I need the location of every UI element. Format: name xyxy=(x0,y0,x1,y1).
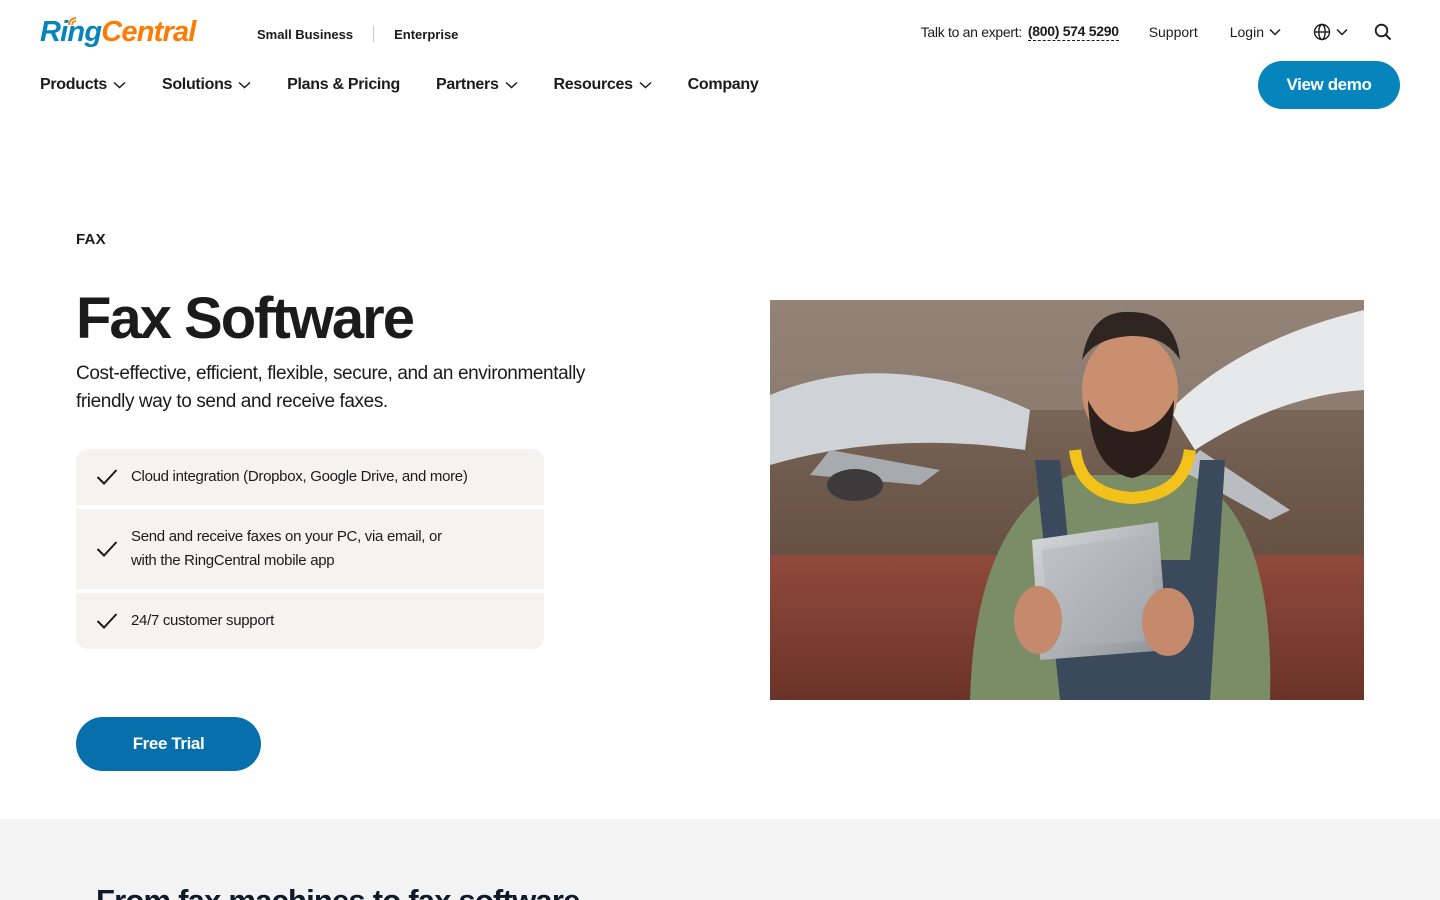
main-nav: Products Solutions Plans & Pricing Partn… xyxy=(40,74,794,96)
search-icon xyxy=(1374,23,1392,41)
hero-subtitle: Cost-effective, efficient, flexible, sec… xyxy=(76,363,586,412)
hero-image xyxy=(770,300,1364,700)
nav-item-plans-pricing[interactable]: Plans & Pricing xyxy=(287,76,400,94)
nav-item-label: Company xyxy=(687,76,759,93)
check-icon xyxy=(96,469,118,485)
nav-item-label: Partners xyxy=(436,76,499,93)
login-label: Login xyxy=(1229,24,1264,40)
section-from-fax-machines: From fax machines to fax software xyxy=(0,819,1440,900)
feature-item: 24/7 customer support xyxy=(76,593,544,649)
chevron-down-icon xyxy=(639,81,652,89)
chevron-down-icon xyxy=(505,81,518,89)
nav-item-solutions[interactable]: Solutions xyxy=(162,76,251,94)
globe-icon xyxy=(1313,23,1331,41)
search-button[interactable] xyxy=(1374,23,1392,41)
nav-item-label: Plans & Pricing xyxy=(287,76,401,93)
login-dropdown[interactable]: Login xyxy=(1230,24,1281,40)
support-link[interactable]: Support xyxy=(1149,24,1198,40)
segment-links: Small Business Enterprise xyxy=(257,24,458,44)
feature-text: Cloud integration (Dropbox, Google Drive… xyxy=(131,468,468,485)
hero-photo-illustration xyxy=(770,300,1364,700)
chevron-down-icon xyxy=(238,81,251,89)
nav-item-label: Solutions xyxy=(161,76,233,93)
check-icon xyxy=(96,541,118,557)
support-label: Support xyxy=(1148,24,1198,40)
nav-item-label: Resources xyxy=(553,76,633,93)
feature-list: Cloud integration (Dropbox, Google Drive… xyxy=(76,449,544,649)
language-selector[interactable] xyxy=(1313,23,1348,41)
eyebrow-label: FAX xyxy=(76,231,106,248)
signal-waves-icon xyxy=(68,17,77,26)
nav-item-label: Products xyxy=(40,76,107,93)
nav-item-partners[interactable]: Partners xyxy=(436,76,518,94)
feature-text: 24/7 customer support xyxy=(131,612,274,629)
feature-text: Send and receive faxes on your PC, via e… xyxy=(131,528,442,569)
chevron-down-icon xyxy=(1336,28,1348,36)
nav-item-resources[interactable]: Resources xyxy=(554,76,652,94)
enterprise-link[interactable]: Enterprise xyxy=(394,27,458,42)
nav-item-products[interactable]: Products xyxy=(40,76,126,94)
segment-divider xyxy=(373,26,375,42)
feature-item: Send and receive faxes on your PC, via e… xyxy=(76,509,544,589)
feature-item: Cloud integration (Dropbox, Google Drive… xyxy=(76,449,544,505)
page-title: Fax Software xyxy=(76,286,415,351)
chevron-down-icon xyxy=(1269,28,1281,36)
ringcentral-logo[interactable]: RingCentral xyxy=(40,16,196,48)
phone-link[interactable]: (800) 574 5290 xyxy=(1027,23,1119,41)
view-demo-button[interactable]: View demo xyxy=(1258,61,1400,109)
expert-label: Talk to an expert: xyxy=(920,24,1023,40)
logo-wordmark: RingCentral xyxy=(40,16,196,48)
nav-item-company[interactable]: Company xyxy=(688,76,759,94)
section-title: From fax machines to fax software xyxy=(96,883,580,900)
utility-bar: Talk to an expert: (800) 574 5290 Suppor… xyxy=(921,20,1392,44)
chevron-down-icon xyxy=(113,81,126,89)
small-business-link[interactable]: Small Business xyxy=(257,27,353,42)
check-icon xyxy=(96,613,118,629)
free-trial-button[interactable]: Free Trial xyxy=(76,717,261,771)
